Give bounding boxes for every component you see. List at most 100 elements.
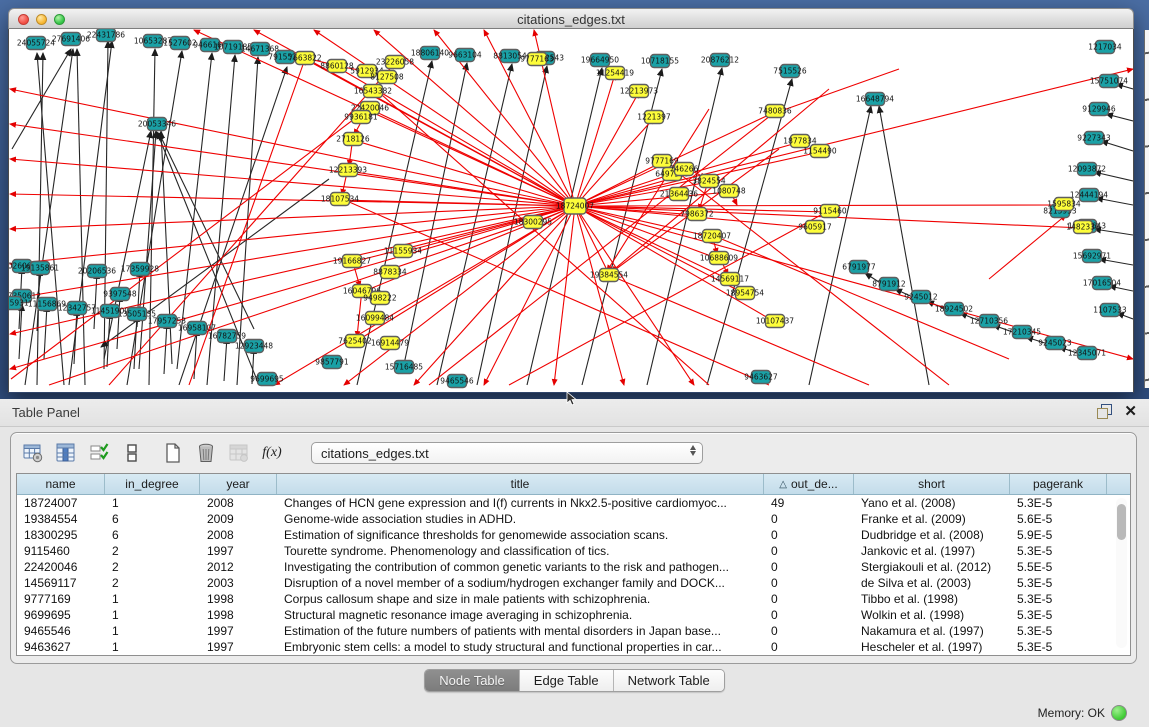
table-cell[interactable]: 5.3E-5: [1010, 543, 1107, 559]
graph-node[interactable]: 1154490: [803, 145, 837, 158]
table-cell[interactable]: 1997: [200, 623, 277, 639]
table-cell[interactable]: 1998: [200, 607, 277, 623]
column-header-year[interactable]: year: [200, 474, 277, 494]
graph-node[interactable]: 10107437: [756, 315, 794, 328]
table-cell[interactable]: 2: [105, 559, 200, 575]
graph-node[interactable]: 6791977: [842, 261, 876, 274]
table-cell[interactable]: 0: [764, 639, 854, 655]
table-cell[interactable]: 2003: [200, 575, 277, 591]
table-cell[interactable]: 9465546: [17, 623, 105, 639]
citation-edge-black[interactable]: [77, 49, 85, 385]
graph-node[interactable]: 16648794: [856, 93, 894, 106]
table-cell[interactable]: Corpus callosum shape and size in male p…: [277, 591, 764, 607]
table-cell[interactable]: 0: [764, 623, 854, 639]
table-cell[interactable]: 0: [764, 591, 854, 607]
graph-node[interactable]: 15716485: [385, 361, 423, 374]
citation-edge-black[interactable]: [25, 49, 73, 385]
graph-node[interactable]: 9605917: [798, 221, 832, 234]
graph-node[interactable]: 9699695: [250, 373, 284, 386]
table-cell[interactable]: Wolkin et al. (1998): [854, 607, 1010, 623]
memory-status-indicator[interactable]: [1111, 705, 1127, 721]
table-scrollbar[interactable]: [1116, 498, 1127, 648]
graph-node[interactable]: 7515526: [773, 65, 807, 78]
table-cell[interactable]: Estimation of significance thresholds fo…: [277, 527, 764, 543]
citation-edge-red[interactable]: [403, 206, 575, 252]
table-cell[interactable]: 18724007: [17, 495, 105, 511]
citation-edge-red[interactable]: [11, 107, 370, 379]
table-cell[interactable]: 1: [105, 639, 200, 655]
graph-node[interactable]: 7625402: [338, 335, 372, 348]
graph-node[interactable]: 16914479: [371, 337, 409, 350]
graph-node[interactable]: 20053346: [138, 118, 176, 131]
graph-node[interactable]: 9663104: [448, 49, 482, 62]
column-header-out_de[interactable]: △out_de...: [764, 474, 854, 494]
network-window[interactable]: citations_edges.txt 24055724276914062243…: [8, 8, 1134, 392]
graph-node[interactable]: 9463627: [744, 371, 778, 384]
graph-node[interactable]: 16099484: [356, 312, 394, 325]
table-cell[interactable]: 5.3E-5: [1010, 495, 1107, 511]
graph-node[interactable]: 7480836: [758, 105, 792, 118]
table-cell[interactable]: Nakamura et al. (1997): [854, 623, 1010, 639]
citation-edge-black[interactable]: [37, 53, 43, 385]
graph-node[interactable]: 18806140: [411, 47, 449, 60]
column-header-title[interactable]: title: [277, 474, 764, 494]
graph-node[interactable]: 9465546: [440, 375, 474, 388]
table-cell[interactable]: Yano et al. (2008): [854, 495, 1010, 511]
graph-node[interactable]: 17359928: [121, 263, 159, 276]
citation-edge-red[interactable]: [10, 206, 575, 299]
table-cell[interactable]: 2009: [200, 511, 277, 527]
citation-edge-black[interactable]: [1106, 114, 1133, 121]
table-row[interactable]: 977716911998Corpus callosum shape and si…: [17, 591, 1130, 607]
table-cell[interactable]: Estimation of the future numbers of pati…: [277, 623, 764, 639]
graph-node[interactable]: 8127508: [370, 71, 404, 84]
citation-edge-red[interactable]: [373, 87, 709, 385]
network-window-titlebar[interactable]: citations_edges.txt: [8, 8, 1134, 29]
citation-edge-red[interactable]: [575, 74, 615, 206]
table-cell[interactable]: Dudbridge et al. (2008): [854, 527, 1010, 543]
table-cell[interactable]: 9115460: [17, 543, 105, 559]
graph-node[interactable]: 22431786: [87, 29, 125, 42]
table-row[interactable]: 1872400712008Changes of HCN gene express…: [17, 495, 1130, 511]
citation-edge-black[interactable]: [94, 272, 97, 329]
table-cell[interactable]: 5.6E-5: [1010, 511, 1107, 527]
table-cell[interactable]: Genome-wide association studies in ADHD.: [277, 511, 764, 527]
table-cell[interactable]: 1: [105, 623, 200, 639]
table-cell[interactable]: Stergiakouli et al. (2012): [854, 559, 1010, 575]
table-cell[interactable]: 5.9E-5: [1010, 527, 1107, 543]
table-row[interactable]: 1456911722003Disruption of a novel membe…: [17, 575, 1130, 591]
table-cell[interactable]: 2008: [200, 495, 277, 511]
graph-node[interactable]: 12923448: [235, 340, 273, 353]
table-row[interactable]: 946362711997Embryonic stem cells: a mode…: [17, 639, 1130, 655]
table-cell[interactable]: 5.3E-5: [1010, 639, 1107, 655]
graph-node[interactable]: 9245012: [904, 291, 938, 304]
citation-edge-black[interactable]: [1101, 141, 1133, 151]
close-panel-icon[interactable]: ✕: [1124, 404, 1137, 419]
graph-node[interactable]: 19664950: [581, 54, 619, 67]
delete-icon[interactable]: [194, 441, 218, 465]
table-row[interactable]: 1830029562008Estimation of significance …: [17, 527, 1130, 543]
table-row[interactable]: 2242004622012Investigating the contribut…: [17, 559, 1130, 575]
graph-node[interactable]: 9397548: [103, 288, 137, 301]
table-cell[interactable]: 9777169: [17, 591, 105, 607]
citation-edge-red[interactable]: [575, 206, 775, 322]
table-cell[interactable]: 1: [105, 607, 200, 623]
table-cell[interactable]: 18300295: [17, 527, 105, 543]
show-columns-icon[interactable]: [54, 441, 78, 465]
citation-edge-red[interactable]: [414, 206, 575, 385]
graph-node[interactable]: 1217034: [1088, 41, 1122, 54]
citation-edge-black[interactable]: [224, 337, 227, 381]
table-cell[interactable]: 5.3E-5: [1010, 607, 1107, 623]
table-header-row[interactable]: namein_degreeyeartitle△out_de...shortpag…: [17, 474, 1130, 495]
citation-edge-black[interactable]: [117, 295, 120, 349]
table-row[interactable]: 969969511998Structural magnetic resonanc…: [17, 607, 1130, 623]
graph-node[interactable]: 9245023: [1038, 337, 1072, 350]
table-cell[interactable]: 2012: [200, 559, 277, 575]
table-row[interactable]: 1938455462009Genome-wide association stu…: [17, 511, 1130, 527]
table-cell[interactable]: 0: [764, 575, 854, 591]
table-cell[interactable]: 5.3E-5: [1010, 575, 1107, 591]
network-table-selector[interactable]: citations_edges.txt: [311, 442, 703, 464]
graph-node[interactable]: 11254419: [596, 67, 634, 80]
graph-node[interactable]: 20876212: [701, 54, 739, 67]
graph-node[interactable]: 24055724: [17, 37, 55, 50]
table-cell[interactable]: 6: [105, 527, 200, 543]
